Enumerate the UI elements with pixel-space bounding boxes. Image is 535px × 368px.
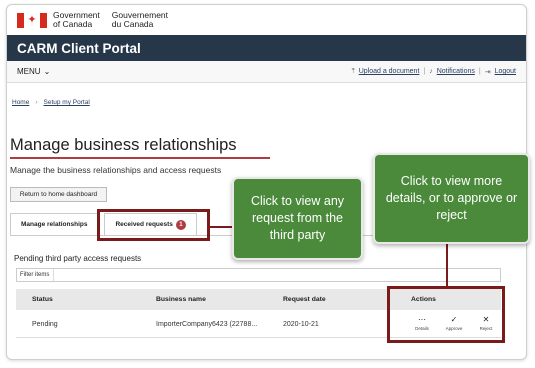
callout-pointer [446,244,448,287]
breadcrumb-home[interactable]: Home [12,99,29,106]
callout-view-details: Click to view more details, or to approv… [373,153,530,244]
menu-label: MENU [17,67,41,76]
canada-flag-icon: ✦ [17,12,47,28]
panel-title: Pending third party access requests [14,254,142,263]
menu-bar: MENU ⌄ ⤒ Upload a document | ♪ Notificat… [7,61,526,83]
filter-label: Filter items [20,272,50,278]
col-request-date: Request date [283,296,326,303]
return-home-button[interactable]: Return to home dashboard [10,187,107,202]
filter-input[interactable] [53,269,500,281]
tab-label: Manage relationships [21,221,88,228]
chevron-down-icon: ⌄ [43,67,51,76]
portal-banner: CARM Client Portal [7,35,526,61]
gov-name-fr: Gouvernement du Canada [111,10,169,29]
cell-business-name: ImporterCompany6423 (22788... [156,321,258,328]
notifications-link[interactable]: Notifications [437,68,475,75]
callout-pointer [209,226,233,228]
cell-request-date: 2020-10-21 [283,321,319,328]
col-business-name: Business name [156,296,206,303]
page-subtitle: Manage the business relationships and ac… [10,165,222,175]
bell-icon: ♪ [429,68,433,75]
upload-link[interactable]: Upload a document [359,68,420,75]
breadcrumb-setup[interactable]: Setup my Portal [44,99,90,106]
portal-title: CARM Client Portal [17,40,141,56]
highlight-received-requests [97,209,210,241]
title-rule [10,157,270,159]
tab-manage-relationships[interactable]: Manage relationships [10,213,99,235]
logout-icon: ⇥ [484,68,491,76]
upload-icon: ⤒ [351,67,355,75]
col-status: Status [32,296,53,303]
gov-name-en: Government of Canada [53,10,100,29]
highlight-actions [387,286,505,343]
menu-button[interactable]: MENU ⌄ [17,67,50,76]
gc-header: ✦ Government of Canada Gouvernement du C… [7,5,526,35]
logout-link[interactable]: Logout [495,68,516,75]
cell-status: Pending [32,321,58,328]
page-title: Manage business relationships [10,136,237,154]
breadcrumb: Home › Setup my Portal [12,99,90,106]
filter-row: Filter items [16,268,501,282]
callout-view-request: Click to view any request from the third… [232,177,363,260]
